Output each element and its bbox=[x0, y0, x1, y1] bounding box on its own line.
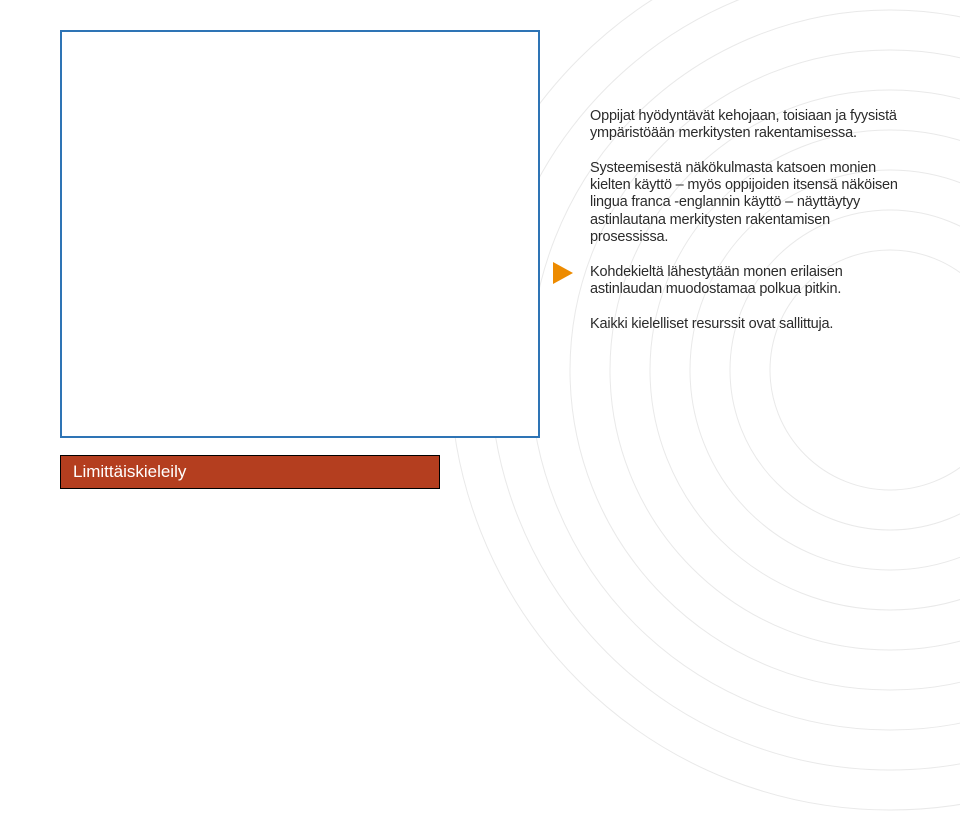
body-text-column: Oppijat hyödyntävät kehojaan, toisiaan j… bbox=[590, 108, 900, 333]
title-bar: Limittäiskieleily bbox=[60, 455, 440, 489]
paragraph-1: Oppijat hyödyntävät kehojaan, toisiaan j… bbox=[590, 108, 900, 142]
paragraph-2: Systeemisestä näkökulmasta katsoen monie… bbox=[590, 160, 900, 246]
image-placeholder-frame bbox=[60, 30, 540, 438]
paragraph-3: Kohdekieltä lähestytään monen erilaisen … bbox=[590, 264, 900, 298]
pointer-triangle-icon bbox=[553, 262, 573, 284]
title-text: Limittäiskieleily bbox=[73, 462, 186, 482]
paragraph-4: Kaikki kielelliset resurssit ovat sallit… bbox=[590, 316, 900, 333]
